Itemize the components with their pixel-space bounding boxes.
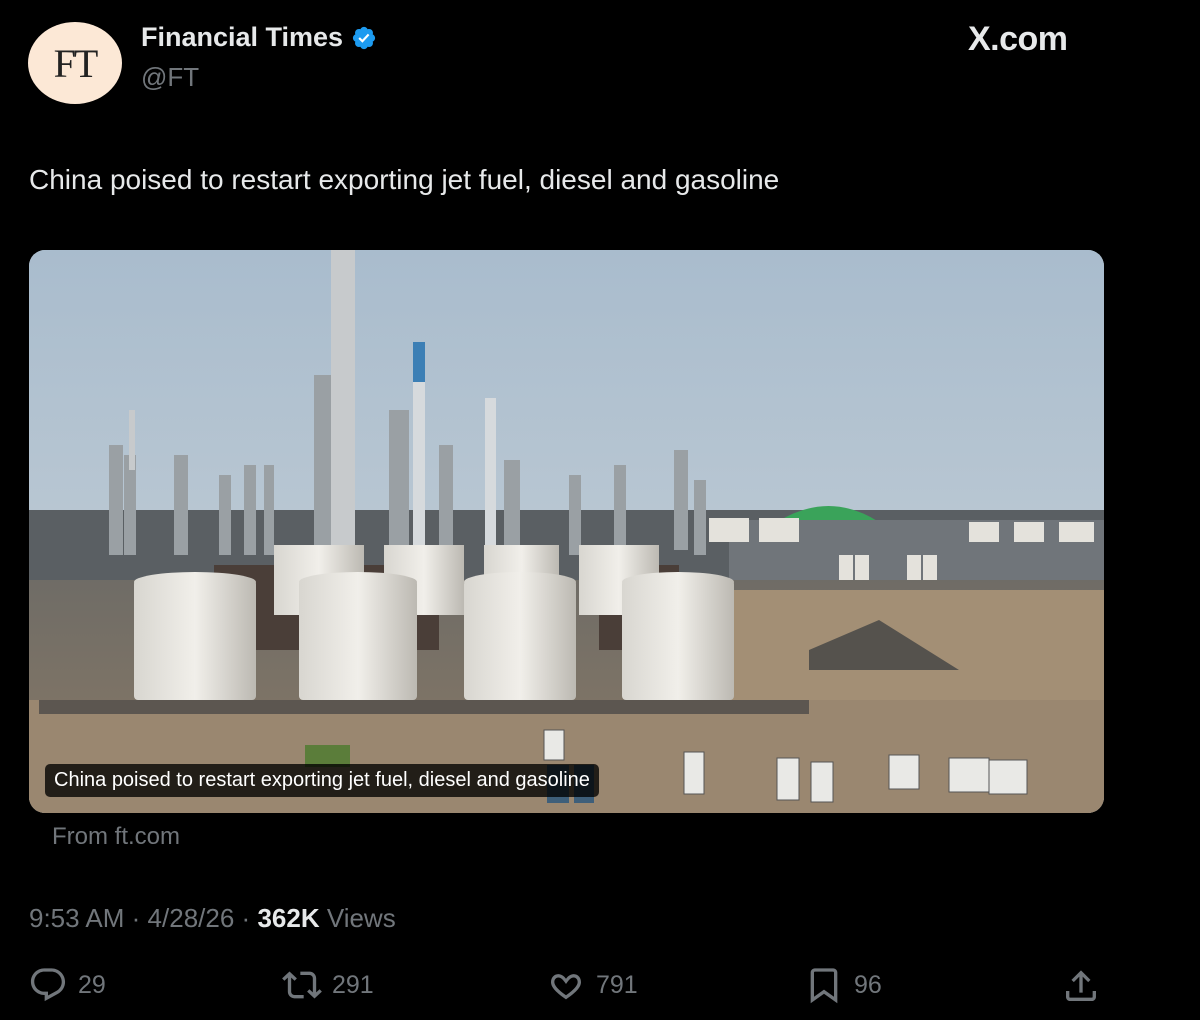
like-button[interactable]: 791 (546, 965, 638, 1005)
views-count: 362K (257, 903, 320, 933)
repost-count: 291 (332, 970, 374, 999)
heart-icon (551, 974, 581, 1000)
avatar[interactable]: FT (28, 22, 122, 104)
bookmark-icon (810, 968, 838, 1004)
card-caption: China poised to restart exporting jet fu… (45, 764, 599, 797)
bookmark-button[interactable]: 96 (804, 965, 882, 1005)
share-button[interactable] (1061, 966, 1101, 1011)
tweet-text: China poised to restart exporting jet fu… (29, 164, 780, 195)
refinery-photo (29, 250, 1104, 813)
reply-count: 29 (78, 970, 106, 999)
reply-icon (30, 968, 66, 1002)
repost-icon (282, 971, 322, 999)
meta-separator: · (131, 903, 141, 933)
author-name[interactable]: Financial Times (141, 22, 377, 53)
tweet-date[interactable]: 4/28/26 (148, 903, 235, 933)
verified-badge-icon (352, 26, 376, 49)
avatar-logo-text: FT (53, 40, 99, 86)
meta-separator: · (241, 903, 251, 933)
link-card[interactable]: China poised to restart exporting jet fu… (29, 250, 1104, 813)
tweet-time[interactable]: 9:53 AM (29, 903, 124, 933)
like-count: 791 (596, 970, 638, 999)
views-label: Views (326, 903, 396, 933)
x-logo: X.com (968, 20, 1068, 58)
share-icon (1066, 970, 1096, 1001)
bookmark-count: 96 (854, 970, 882, 999)
author-name-label: Financial Times (141, 22, 344, 52)
repost-button[interactable]: 291 (282, 965, 374, 1005)
reply-button[interactable]: 29 (28, 965, 106, 1005)
tweet-meta: 9:53 AM · 4/28/26 · 362K Views (29, 903, 396, 934)
author-handle[interactable]: @FT (141, 62, 199, 93)
card-source-link[interactable]: From ft.com (52, 823, 180, 851)
